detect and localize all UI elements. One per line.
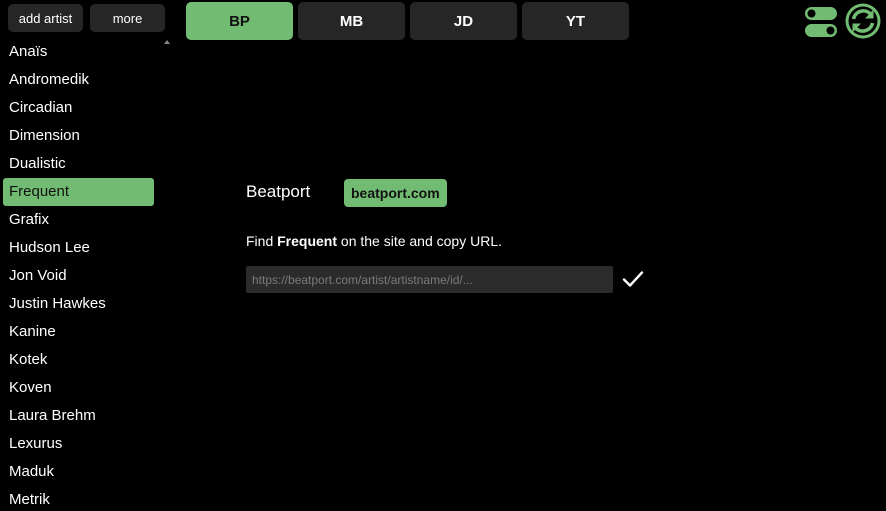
artist-list-item[interactable]: Grafix <box>3 206 154 234</box>
artist-list-item[interactable]: Hudson Lee <box>3 234 154 262</box>
refresh-icon[interactable] <box>845 3 881 39</box>
artist-list-item[interactable]: Lexurus <box>3 430 154 458</box>
tab-yt[interactable]: YT <box>522 2 629 40</box>
add-artist-button[interactable]: add artist <box>8 4 83 32</box>
tab-jd[interactable]: JD <box>410 2 517 40</box>
instruction-suffix: on the site and copy URL. <box>340 233 503 249</box>
artist-list-item[interactable]: Anaïs <box>3 38 154 66</box>
instruction-artist-name: Frequent <box>277 233 338 249</box>
artist-list[interactable]: Anaïs Andromedik Circadian Dimension Dualist… <box>0 38 172 511</box>
site-link-button[interactable]: beatport.com <box>344 179 447 207</box>
more-button[interactable]: more <box>90 4 165 32</box>
artist-list-item[interactable]: Dualistic <box>3 150 154 178</box>
service-title: Beatport <box>246 182 311 201</box>
artist-list-item[interactable]: Dimension <box>3 122 154 150</box>
artist-list-item[interactable]: Kotek <box>3 346 154 374</box>
artist-list-item[interactable]: Laura Brehm <box>3 402 154 430</box>
artist-list-item[interactable]: Koven <box>3 374 154 402</box>
artist-list-item[interactable]: Metrik <box>3 486 154 511</box>
url-input[interactable] <box>246 266 613 293</box>
artist-list-item[interactable]: Kanine <box>3 318 154 346</box>
artist-list-item[interactable]: Frequent <box>3 178 154 206</box>
instruction-text: Find Frequent on the site and copy URL. <box>246 233 502 249</box>
checkmark-icon[interactable] <box>622 268 644 290</box>
artist-list-item[interactable]: Justin Hawkes <box>3 290 154 318</box>
toggle-settings-icon[interactable] <box>804 6 838 38</box>
artist-list-item[interactable]: Circadian <box>3 94 154 122</box>
artist-list-item[interactable]: Andromedik <box>3 66 154 94</box>
tab-mb[interactable]: MB <box>298 2 405 40</box>
artist-list-item[interactable]: Jon Void <box>3 262 154 290</box>
tab-bp[interactable]: BP <box>186 2 293 40</box>
scroll-up-arrow-icon[interactable] <box>164 40 170 44</box>
artist-list-item[interactable]: Maduk <box>3 458 154 486</box>
instruction-prefix: Find <box>246 233 274 249</box>
